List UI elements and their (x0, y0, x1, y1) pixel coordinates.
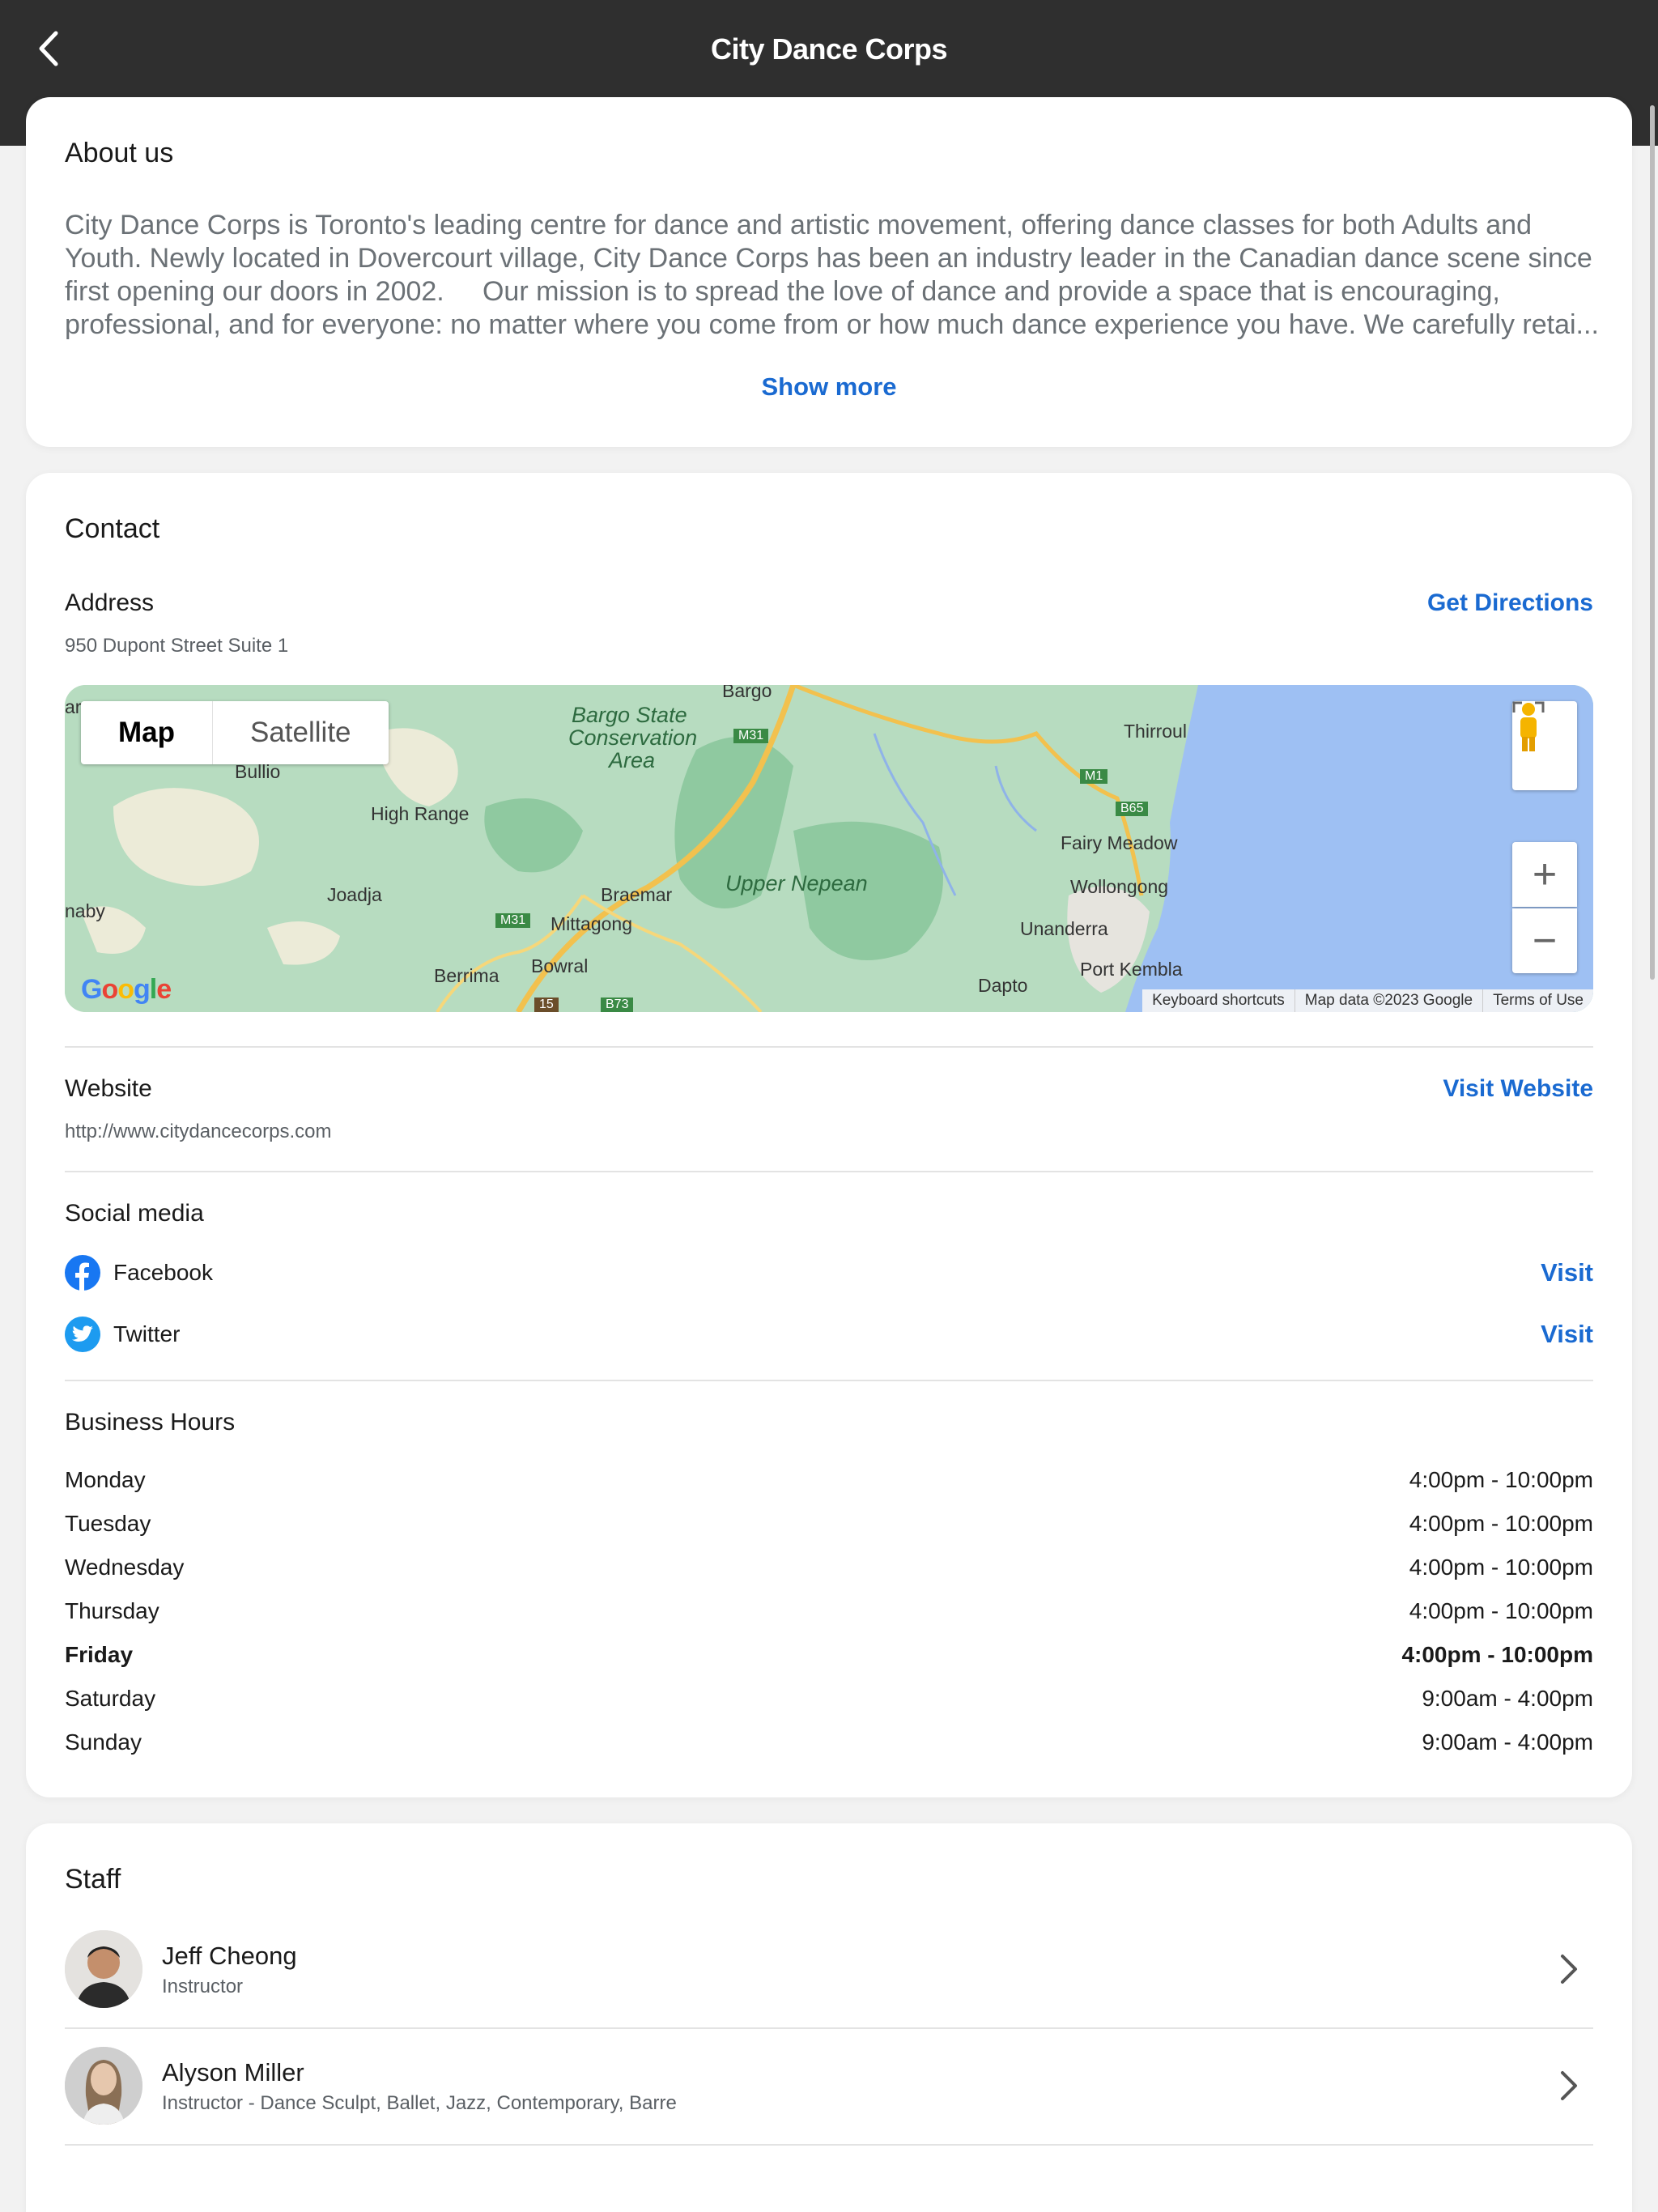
map-label-area: Area (609, 748, 656, 772)
google-logo: Google (81, 974, 172, 1005)
chevron-right-icon (1561, 2071, 1577, 2100)
terms-of-use-link[interactable]: Terms of Use (1482, 989, 1593, 1012)
hours-day: Sunday (65, 1729, 142, 1755)
facebook-icon (65, 1255, 100, 1291)
map-label-fairy-meadow: Fairy Meadow (1061, 832, 1178, 853)
avatar (65, 1930, 142, 2008)
address-value: 950 Dupont Street Suite 1 (65, 635, 289, 657)
zoom-out-button[interactable]: − (1512, 908, 1577, 973)
route-badge-15: 15 (534, 998, 559, 1012)
about-text: City Dance Corps is Toronto's leading ce… (65, 210, 1600, 340)
map-label-ar: ar (65, 696, 82, 717)
map-label-braemar: Braemar (601, 884, 673, 905)
get-directions-link[interactable]: Get Directions (1427, 589, 1593, 617)
hours-day: Saturday (65, 1686, 156, 1711)
social-media-label: Social media (65, 1200, 204, 1227)
map-label-port-kembla: Port Kembla (1080, 959, 1183, 980)
hours-day: Tuesday (65, 1511, 151, 1536)
staff-row[interactable]: Jeff Cheong Instructor (65, 1930, 1593, 2047)
divider (65, 1171, 1593, 1172)
staff-role: Instructor (162, 1976, 244, 1997)
divider (65, 1380, 1593, 1381)
map-data-attribution: Map data ©2023 Google (1294, 989, 1482, 1012)
page-title: City Dance Corps (710, 32, 948, 66)
route-badge-b65: B65 (1116, 802, 1149, 816)
map-type-satellite[interactable]: Satellite (213, 701, 389, 764)
map-label-wollongong: Wollongong (1070, 876, 1169, 897)
staff-name: Alyson Miller (162, 2058, 304, 2087)
twitter-icon (65, 1317, 100, 1352)
contact-card: Contact Address Get Directions 950 Dupon… (26, 473, 1632, 1797)
divider (65, 1046, 1593, 1048)
twitter-visit-link[interactable]: Visit (1541, 1320, 1593, 1349)
map-label-bargo: Bargo (722, 685, 772, 701)
about-heading: About us (65, 138, 174, 168)
hours-time: 4:00pm - 10:00pm (1401, 1642, 1593, 1667)
map-label-dapto: Dapto (978, 975, 1028, 996)
map-label-upper-nepean: Upper Nepean (725, 871, 868, 895)
staff-role: Instructor - Dance Sculpt, Ballet, Jazz,… (162, 2092, 677, 2114)
visit-website-link[interactable]: Visit Website (1443, 1075, 1593, 1103)
route-badge-m31-south: M31 (495, 913, 531, 928)
social-name: Facebook (113, 1260, 213, 1285)
map-type-control: Map Satellite (81, 701, 389, 764)
staff-name: Jeff Cheong (162, 1942, 297, 1970)
route-badge-b73: B73 (601, 998, 634, 1012)
about-card: About us City Dance Corps is Toronto's l… (26, 97, 1632, 447)
map-label-naby: naby (65, 900, 105, 921)
map-type-map[interactable]: Map (81, 701, 213, 764)
business-hours-label: Business Hours (65, 1409, 236, 1436)
hours-time: 4:00pm - 10:00pm (1409, 1511, 1593, 1536)
map-label-high-range: High Range (371, 803, 470, 824)
map-label-berrima: Berrima (434, 965, 500, 986)
map-footer: Keyboard shortcuts Map data ©2023 Google… (1142, 989, 1593, 1012)
hours-day: Thursday (65, 1598, 159, 1623)
map-label-bullio: Bullio (235, 761, 281, 782)
zoom-in-button[interactable]: + (1512, 842, 1577, 907)
website-label: Website (65, 1075, 152, 1102)
hours-time: 9:00am - 4:00pm (1422, 1729, 1593, 1755)
website-url: http://www.citydancecorps.com (65, 1121, 332, 1142)
map-label-conservation: Conservation (568, 725, 698, 750)
hours-time: 4:00pm - 10:00pm (1409, 1467, 1593, 1492)
map-label-joadja: Joadja (327, 884, 382, 905)
pegman-icon (1520, 703, 1537, 751)
map-label-unanderra: Unanderra (1020, 918, 1108, 939)
staff-heading: Staff (65, 1864, 121, 1895)
divider (65, 2027, 1593, 2029)
hours-time: 9:00am - 4:00pm (1422, 1686, 1593, 1711)
contact-heading: Contact (65, 513, 160, 544)
chevron-right-icon (1561, 1955, 1577, 1984)
address-label: Address (65, 589, 155, 616)
avatar (65, 2047, 142, 2125)
map-label-thirroul: Thirroul (1124, 721, 1187, 742)
route-badge-m1: M1 (1080, 769, 1108, 784)
map-label-mittagong: Mittagong (551, 913, 633, 934)
hours-day: Friday (65, 1642, 134, 1667)
staff-row[interactable]: Alyson Miller Instructor - Dance Sculpt,… (65, 2047, 1593, 2163)
social-row-twitter: Twitter Visit (65, 1317, 1593, 1355)
divider (65, 2144, 1593, 2146)
show-more-button[interactable]: Show more (26, 372, 1632, 402)
hours-day: Wednesday (65, 1555, 185, 1580)
hours-time: 4:00pm - 10:00pm (1409, 1598, 1593, 1623)
hours-day: Monday (65, 1467, 146, 1492)
social-name: Twitter (113, 1321, 181, 1346)
keyboard-shortcuts-link[interactable]: Keyboard shortcuts (1142, 989, 1295, 1012)
map[interactable]: Map Satellite Bargo Bargo State Conserva… (65, 685, 1593, 1012)
map-label-bowral: Bowral (531, 955, 589, 976)
scrollbar[interactable] (1650, 105, 1655, 980)
social-row-facebook: Facebook Visit (65, 1255, 1593, 1294)
hours-time: 4:00pm - 10:00pm (1409, 1555, 1593, 1580)
facebook-visit-link[interactable]: Visit (1541, 1258, 1593, 1287)
map-label-bargo-state: Bargo State (572, 703, 687, 727)
staff-card: Staff Jeff Cheong Instructor Alyson Mill… (26, 1823, 1632, 2212)
map-fullscreen-streetview[interactable] (1512, 701, 1577, 790)
route-badge-m31-north: M31 (733, 729, 769, 743)
